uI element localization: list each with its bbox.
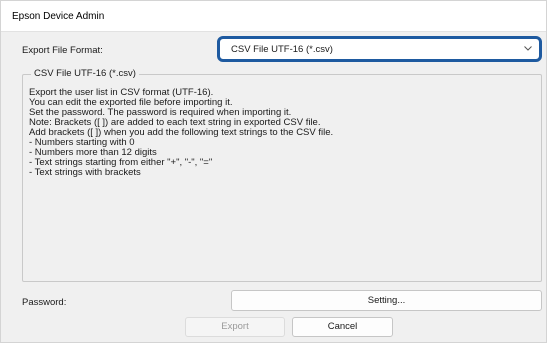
chevron-down-icon <box>524 46 532 51</box>
description-text: Export the user list in CSV format (UTF-… <box>29 88 333 178</box>
export-format-label: Export File Format: <box>22 45 103 56</box>
format-description-group: CSV File UTF-16 (*.csv) Export the user … <box>22 68 542 282</box>
title-bar: Epson Device Admin <box>1 1 546 32</box>
export-format-value: CSV File UTF-16 (*.csv) <box>231 44 333 55</box>
window-title: Epson Device Admin <box>12 11 105 22</box>
password-setting-button[interactable]: Setting... <box>231 290 542 311</box>
group-title: CSV File UTF-16 (*.csv) <box>31 68 139 79</box>
password-label: Password: <box>22 297 67 308</box>
export-format-select[interactable]: CSV File UTF-16 (*.csv) <box>217 36 542 62</box>
dialog-window: Epson Device Admin Export File Format: C… <box>0 0 547 343</box>
description-line: - Text strings with brackets <box>29 167 141 178</box>
export-button[interactable]: Export <box>185 317 285 337</box>
cancel-button[interactable]: Cancel <box>292 317 393 337</box>
